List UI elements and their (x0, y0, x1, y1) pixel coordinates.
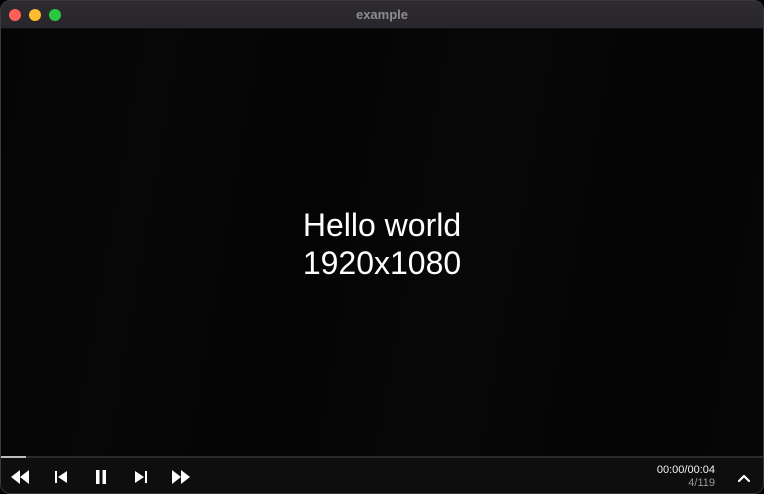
rewind-button[interactable] (9, 466, 31, 488)
progress-bar[interactable] (1, 456, 763, 458)
previous-button[interactable] (50, 466, 72, 488)
video-text-line-2: 1920x1080 (302, 245, 462, 281)
fast-forward-button[interactable] (170, 466, 192, 488)
pause-button[interactable] (90, 466, 112, 488)
video-content-text: Hello world 1920x1080 (1, 206, 763, 282)
expand-controls-button[interactable] (733, 467, 755, 489)
next-button[interactable] (130, 466, 152, 488)
fast-forward-icon (171, 470, 191, 484)
app-window: example Hello world 1920x1080 00:00/00:0… (0, 0, 764, 494)
skip-next-icon (134, 470, 148, 484)
time-display: 00:00/00:04 4/119 (657, 464, 715, 490)
title-bar[interactable]: example (1, 1, 763, 29)
pause-icon (94, 469, 108, 485)
player-controls: 00:00/00:04 4/119 (1, 456, 763, 493)
rewind-icon (10, 470, 30, 484)
video-text-line-1: Hello world (302, 207, 462, 243)
elapsed-total-time: 00:00/00:04 (656, 464, 715, 476)
chevron-up-icon (737, 473, 751, 483)
progress-fill (1, 456, 27, 458)
video-canvas[interactable]: Hello world 1920x1080 (1, 29, 763, 456)
skip-previous-icon (54, 470, 68, 484)
frame-counter: 4/119 (688, 477, 715, 489)
window-title: example (355, 7, 409, 22)
